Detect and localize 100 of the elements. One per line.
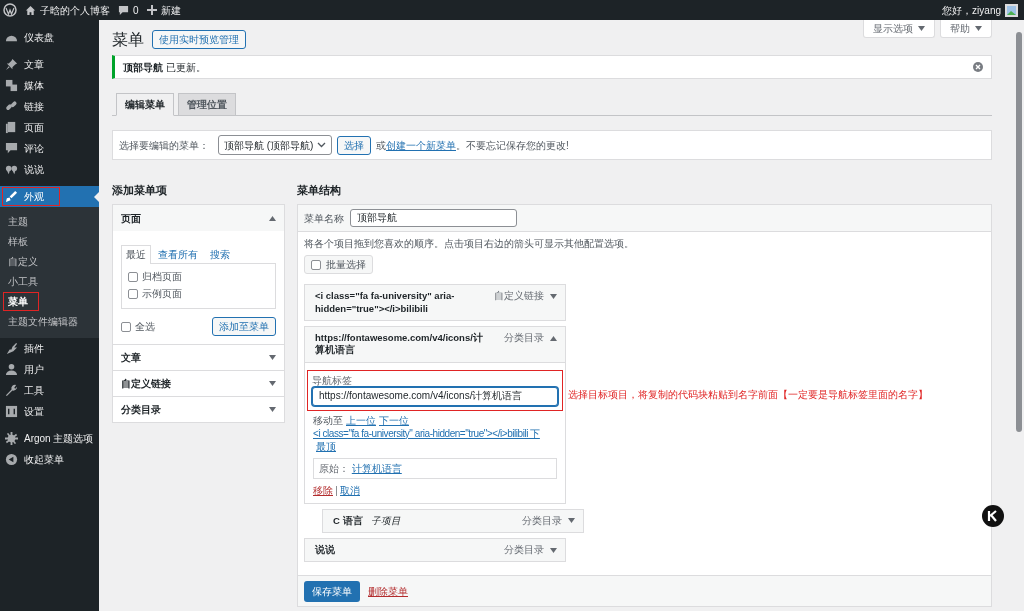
tab[interactable]: 管理位置 bbox=[178, 93, 236, 117]
item-type: 分类目录 bbox=[504, 544, 544, 557]
sidebar-item[interactable]: 插件 bbox=[0, 338, 99, 359]
comment-icon bbox=[5, 142, 18, 155]
sidebar-item[interactable]: 媒体 bbox=[0, 75, 99, 96]
remove-link[interactable]: 移除 bbox=[313, 484, 333, 496]
original-label: 原始： bbox=[319, 462, 349, 474]
menu-item-title: 说说 bbox=[315, 544, 336, 557]
submenu-item[interactable]: 主题 bbox=[3, 212, 33, 231]
accordion-title: 分类目录 bbox=[121, 403, 161, 417]
submenu-item[interactable]: 菜单 bbox=[3, 292, 39, 311]
select-button[interactable]: 选择 bbox=[337, 135, 371, 155]
menu-item-header[interactable]: <i class="fa fa-university" aria-hidden="true"></i>bilibili 自定义链接 bbox=[304, 284, 566, 322]
submenu-item[interactable]: 主题文件编辑器 bbox=[3, 312, 83, 331]
comments-link[interactable]: 0 bbox=[118, 3, 139, 17]
panel-tab[interactable]: 搜索 bbox=[205, 245, 235, 264]
site-link[interactable]: 子晗的个人博客 bbox=[25, 3, 110, 17]
sidebar-item[interactable]: 链接 bbox=[0, 96, 99, 117]
accordion-title: 页面 bbox=[121, 211, 141, 225]
sidebar-item[interactable]: 仪表盘 bbox=[0, 27, 99, 48]
avatar-icon bbox=[1005, 3, 1018, 17]
page-title: 菜单 bbox=[112, 30, 144, 50]
menu-item-title: C 语言 子项目 bbox=[333, 514, 402, 528]
sidebar-item[interactable]: 设置 bbox=[0, 401, 99, 422]
screen-tab[interactable]: 帮助 bbox=[940, 20, 992, 38]
checkbox[interactable] bbox=[121, 321, 131, 332]
menu-item-header[interactable]: 说说 分类目录 bbox=[304, 538, 566, 563]
move-link[interactable]: 上一位 bbox=[346, 414, 376, 426]
original-link[interactable]: 计算机语言 bbox=[351, 462, 402, 474]
add-to-menu-button[interactable]: 添加至菜单 bbox=[212, 317, 276, 337]
screen-tab[interactable]: 显示选项 bbox=[863, 20, 935, 38]
gear-icon bbox=[5, 432, 18, 445]
submenu-item[interactable]: 自定义 bbox=[3, 252, 43, 271]
move-link[interactable]: <i class="fa fa-university" aria-hidden="true"></i>bilibili 下 bbox=[313, 427, 540, 439]
menu-item-header[interactable]: https://fontawesome.com/v4/icons/计算机语言 分类目录 bbox=[304, 326, 566, 363]
submenu-item[interactable]: 小工具 bbox=[3, 272, 43, 291]
checkbox[interactable] bbox=[128, 271, 138, 282]
notice-text: 顶部导航 已更新。 bbox=[123, 60, 206, 74]
accordion-header[interactable]: 文章 bbox=[113, 344, 284, 371]
menu-item-header[interactable]: C 语言 子项目 分类目录 bbox=[322, 508, 584, 534]
select-label: 选择要编辑的菜单： bbox=[119, 138, 209, 152]
media-icon bbox=[5, 79, 18, 92]
item-type: 自定义链接 bbox=[494, 290, 544, 303]
menu-item-title: <i class="fa fa-university" aria-hidden="true"></i>bilibili bbox=[315, 290, 456, 316]
accordion-header[interactable]: 分类目录 bbox=[113, 396, 284, 423]
pin-icon bbox=[5, 58, 18, 71]
select-all-option[interactable]: 全选 bbox=[121, 320, 155, 334]
home-icon bbox=[25, 4, 36, 16]
instructions-text: 将各个项目拖到您喜欢的顺序。点击项目右边的箭头可显示其他配置选项。 bbox=[304, 237, 635, 251]
wrench-icon bbox=[5, 384, 18, 397]
submenu-item[interactable]: 样板 bbox=[3, 232, 33, 251]
accordion-header[interactable]: 页面 bbox=[113, 205, 284, 232]
dismiss-icon[interactable] bbox=[973, 62, 983, 73]
item-type: 分类目录 bbox=[522, 514, 562, 528]
panel-tab[interactable]: 最近 bbox=[121, 245, 151, 265]
create-menu-link[interactable]: 创建一个新菜单 bbox=[386, 139, 456, 151]
sidebar-item[interactable]: 工具 bbox=[0, 380, 99, 401]
checkbox[interactable] bbox=[311, 259, 321, 270]
quote-icon bbox=[5, 163, 18, 176]
sidebar-item[interactable]: 评论 bbox=[0, 138, 99, 159]
caret-icon bbox=[975, 26, 982, 31]
cancel-link[interactable]: 取消 bbox=[340, 484, 360, 496]
sidebar-item[interactable]: 外观 bbox=[0, 186, 99, 207]
accordion-title: 文章 bbox=[121, 351, 141, 365]
user-icon bbox=[5, 363, 18, 376]
menu-item-title: https://fontawesome.com/v4/icons/计算机语言 bbox=[315, 332, 484, 357]
new-link[interactable]: 新建 bbox=[146, 3, 181, 17]
section-heading: 添加菜单项 bbox=[112, 184, 168, 198]
account-link[interactable]: 您好，ziyang bbox=[942, 3, 1018, 17]
chevron-icon bbox=[317, 142, 326, 149]
sidebar-item[interactable]: 收起菜单 bbox=[0, 449, 99, 470]
move-link[interactable]: 最顶 bbox=[316, 440, 336, 452]
sidebar-item[interactable]: 说说 bbox=[0, 159, 99, 180]
comment-icon bbox=[118, 4, 129, 16]
field-label: 菜单名称 bbox=[304, 211, 344, 225]
checkbox-option[interactable]: 示例页面 bbox=[128, 287, 269, 301]
logo-icon[interactable] bbox=[3, 3, 17, 17]
brush-icon bbox=[5, 190, 18, 203]
sidebar-item[interactable]: 用户 bbox=[0, 359, 99, 380]
input-field[interactable]: https://fontawesome.com/v4/icons/计算机语言 bbox=[312, 386, 558, 406]
checkbox-option[interactable]: 归档页面 bbox=[128, 270, 269, 284]
accordion-header[interactable]: 自定义链接 bbox=[113, 370, 284, 397]
badge-icon[interactable] bbox=[982, 505, 1004, 527]
sidebar-item[interactable]: Argon 主题选项 bbox=[0, 428, 99, 449]
live-preview-button[interactable]: 使用实时预览管理 bbox=[152, 30, 246, 50]
item-type: 分类目录 bbox=[504, 332, 544, 345]
delete-menu-link[interactable]: 删除菜单 bbox=[368, 584, 408, 598]
input-field[interactable]: 顶部导航 bbox=[350, 209, 517, 228]
save-menu-button[interactable]: 保存菜单 bbox=[304, 580, 360, 602]
tab[interactable]: 编辑菜单 bbox=[116, 93, 174, 117]
plug-icon bbox=[5, 342, 18, 355]
checkbox[interactable] bbox=[128, 288, 138, 299]
bulk-select-button[interactable]: 批量选择 bbox=[304, 255, 373, 275]
sidebar-item[interactable]: 页面 bbox=[0, 117, 99, 138]
move-link[interactable]: 下一位 bbox=[379, 414, 409, 426]
panel-tab[interactable]: 查看所有 bbox=[153, 245, 203, 264]
sliders-icon bbox=[5, 405, 18, 418]
sidebar-item[interactable]: 文章 bbox=[0, 54, 99, 75]
menu-select[interactable]: 顶部导航 (顶部导航) bbox=[218, 135, 332, 156]
field-label: 导航标签 bbox=[312, 373, 353, 387]
